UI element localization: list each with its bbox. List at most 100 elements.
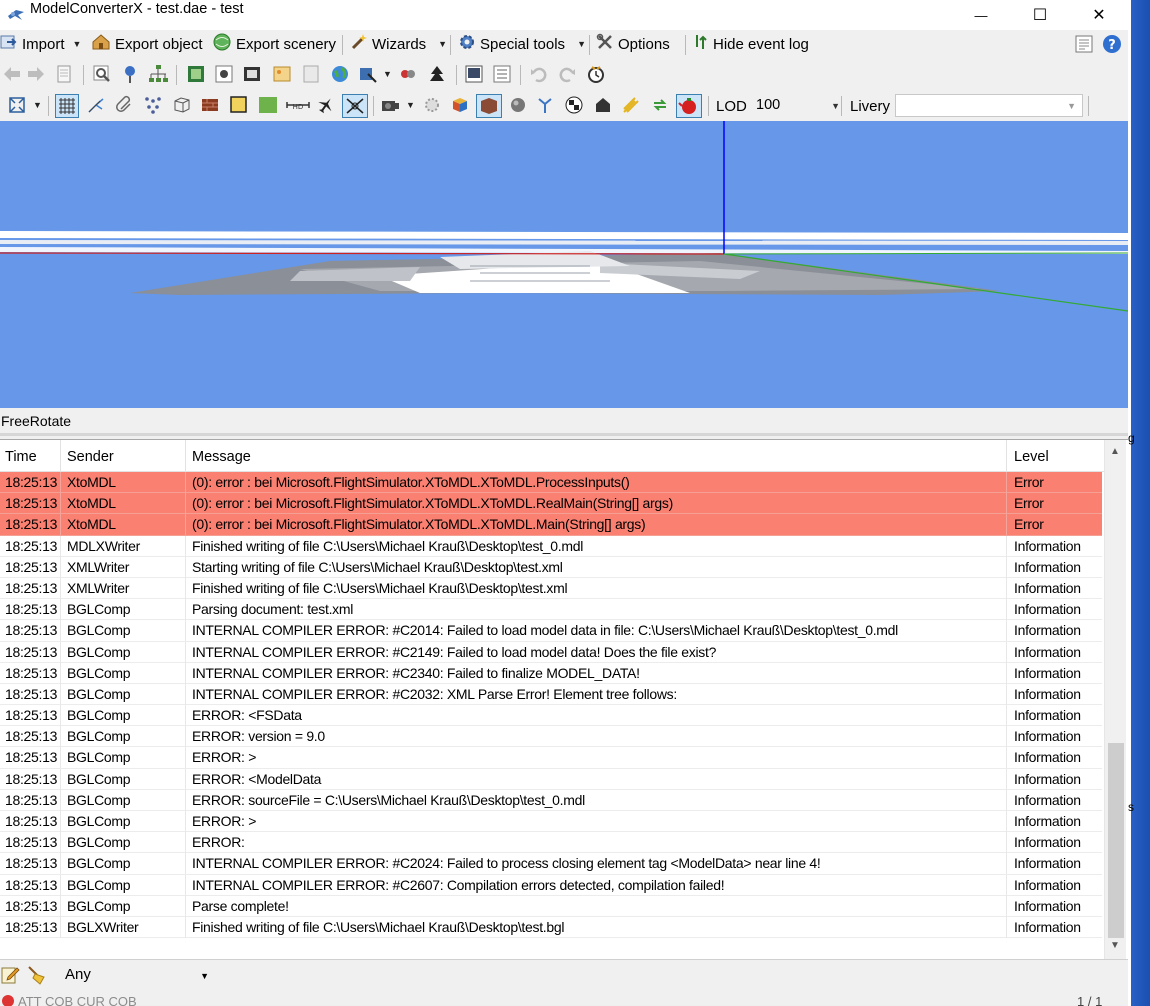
table-row[interactable]: 18:25:13 BGLComp INTERNAL COMPILER ERROR: … bbox=[0, 641, 1102, 663]
table-row[interactable]: 18:25:13 BGLComp ERROR: sourceFile = C:\Us… bbox=[0, 789, 1102, 811]
bones-toggle-button[interactable] bbox=[342, 94, 368, 118]
page-button[interactable] bbox=[54, 64, 74, 84]
preview-button[interactable] bbox=[464, 64, 484, 84]
image-button[interactable] bbox=[272, 64, 292, 84]
points-button[interactable] bbox=[143, 95, 163, 115]
teapot-toggle-button[interactable] bbox=[676, 94, 702, 118]
pin-button[interactable] bbox=[120, 64, 140, 84]
import-dropdown-icon[interactable]: ▼ bbox=[73, 39, 82, 49]
livery-select[interactable]: ▼ bbox=[895, 94, 1083, 117]
table-row[interactable]: 18:25:13 XtoMDL (0): error : bei Microsoft… bbox=[0, 493, 1102, 515]
table-row[interactable]: 18:25:13 BGLComp INTERNAL COMPILER ERROR: … bbox=[0, 662, 1102, 684]
table-row[interactable]: 18:25:13 BGLComp INTERNAL COMPILER ERROR: … bbox=[0, 853, 1102, 875]
table-row[interactable]: 18:25:13 BGLComp INTERNAL COMPILER ERROR: … bbox=[0, 874, 1102, 896]
refresh-button[interactable] bbox=[650, 95, 670, 115]
texture-button[interactable] bbox=[186, 64, 206, 84]
special-tools-dropdown-icon[interactable]: ▼ bbox=[577, 39, 586, 49]
scroll-thumb[interactable] bbox=[1108, 743, 1124, 938]
scroll-up-icon[interactable]: ▲ bbox=[1110, 446, 1120, 457]
aircraft-button[interactable] bbox=[316, 95, 336, 115]
table-row[interactable]: 18:25:13 XMLWriter Finished writing of fil… bbox=[0, 577, 1102, 600]
table-row[interactable]: 18:25:13 XtoMDL (0): error : bei Microsoft… bbox=[0, 472, 1102, 494]
wizards-dropdown-icon[interactable]: ▼ bbox=[438, 39, 447, 49]
lights-button[interactable] bbox=[621, 95, 641, 115]
camera-dropdown-icon[interactable]: ▼ bbox=[406, 100, 415, 110]
material-button[interactable] bbox=[214, 64, 234, 84]
close-button[interactable]: ✕ bbox=[1076, 0, 1122, 30]
table-row[interactable]: 18:25:13 XtoMDL (0): error : bei Microsoft… bbox=[0, 514, 1102, 536]
cell-sender: BGLComp bbox=[61, 853, 186, 875]
undo-button[interactable] bbox=[529, 64, 549, 84]
tree-button[interactable] bbox=[427, 64, 447, 84]
object-button[interactable] bbox=[301, 64, 321, 84]
fork-button[interactable] bbox=[535, 95, 555, 115]
table-row[interactable]: 18:25:13 BGLComp INTERNAL COMPILER ERROR: … bbox=[0, 683, 1102, 706]
3d-viewport[interactable] bbox=[0, 121, 1128, 408]
fit-view-button[interactable]: ▼ bbox=[7, 95, 42, 115]
lod-select[interactable]: 100 ▼ bbox=[751, 94, 847, 117]
special-tools-button[interactable]: Special tools ▼ bbox=[458, 30, 586, 58]
grid-toggle-button[interactable] bbox=[55, 94, 79, 118]
edit-log-button[interactable] bbox=[0, 965, 20, 988]
level-filter-select[interactable]: Any ▼ bbox=[59, 963, 212, 989]
maximize-button[interactable]: ☐ bbox=[1017, 0, 1063, 30]
fit-view-dropdown-icon[interactable]: ▼ bbox=[33, 100, 42, 110]
import-button[interactable]: Import ▼ bbox=[0, 30, 81, 58]
forward-button[interactable] bbox=[26, 64, 46, 84]
export-object-button[interactable]: Export object bbox=[91, 30, 203, 58]
wireframe-button[interactable] bbox=[172, 95, 192, 115]
back-button[interactable] bbox=[2, 64, 22, 84]
scroll-down-icon[interactable]: ▼ bbox=[1110, 940, 1120, 951]
hide-event-log-button[interactable]: Hide event log bbox=[693, 30, 809, 58]
placement-dropdown-icon[interactable]: ▼ bbox=[383, 69, 392, 79]
table-row[interactable]: 18:25:13 BGLComp ERROR: version = 9.0 Infor… bbox=[0, 726, 1102, 748]
table-row[interactable]: 18:25:13 MDLXWriter Finished writing of fi… bbox=[0, 535, 1102, 557]
clear-log-button[interactable] bbox=[26, 965, 48, 988]
placement-button[interactable]: ▼ bbox=[358, 64, 392, 84]
table-row[interactable]: 18:25:13 BGLComp ERROR: <FSData Information bbox=[0, 705, 1102, 727]
shadow-button[interactable] bbox=[593, 95, 613, 115]
redo-button[interactable] bbox=[557, 64, 577, 84]
table-row[interactable]: 18:25:13 XMLWriter Starting writing of fil… bbox=[0, 556, 1102, 578]
measure-button[interactable]: HD bbox=[286, 95, 310, 115]
attach-button[interactable] bbox=[115, 95, 135, 115]
animation-button[interactable] bbox=[242, 64, 262, 84]
column-header-time[interactable]: Time bbox=[0, 440, 61, 472]
minimize-button[interactable]: — bbox=[958, 0, 1004, 30]
history-button[interactable] bbox=[586, 64, 606, 84]
globe-icon bbox=[330, 66, 350, 87]
textured-button[interactable] bbox=[200, 95, 220, 115]
log-vertical-scrollbar[interactable]: ▲ ▼ bbox=[1104, 440, 1126, 960]
table-row[interactable]: 18:25:13 BGLComp ERROR: <ModelData Informat… bbox=[0, 768, 1102, 790]
document-view-button[interactable] bbox=[1074, 34, 1094, 54]
sphere-button[interactable] bbox=[508, 95, 528, 115]
document-icon bbox=[1074, 35, 1094, 57]
wizards-button[interactable]: Wizards ▼ bbox=[350, 30, 447, 58]
help-button[interactable]: ? bbox=[1102, 34, 1122, 54]
texture-toggle-button[interactable] bbox=[476, 94, 502, 118]
camera-button[interactable]: ▼ bbox=[380, 95, 415, 115]
properties-button[interactable] bbox=[492, 64, 512, 84]
table-row[interactable]: 18:25:13 BGLComp Parse complete! Informatio… bbox=[0, 895, 1102, 917]
table-row[interactable]: 18:25:13 BGLComp ERROR: Information bbox=[0, 832, 1102, 854]
zoom-button[interactable] bbox=[92, 64, 112, 84]
box-button[interactable] bbox=[450, 95, 470, 115]
solid-button[interactable] bbox=[229, 95, 249, 115]
sun-button[interactable] bbox=[422, 95, 442, 115]
table-row[interactable]: 18:25:13 BGLComp ERROR: > Information bbox=[0, 747, 1102, 769]
column-header-level[interactable]: Level bbox=[1007, 440, 1104, 472]
table-row[interactable]: 18:25:13 BGLXWriter Finished writing of fi… bbox=[0, 916, 1102, 939]
table-row[interactable]: 18:25:13 BGLComp INTERNAL COMPILER ERROR: … bbox=[0, 620, 1102, 642]
ground-button[interactable] bbox=[258, 95, 278, 115]
table-row[interactable]: 18:25:13 BGLComp ERROR: > Information bbox=[0, 811, 1102, 833]
table-row[interactable]: 18:25:13 BGLComp Parsing document: test.xm… bbox=[0, 599, 1102, 621]
globe-button[interactable] bbox=[330, 64, 350, 84]
hierarchy-button[interactable] bbox=[148, 64, 168, 84]
checker-button[interactable] bbox=[564, 95, 584, 115]
normals-button[interactable] bbox=[86, 95, 106, 115]
column-header-message[interactable]: Message bbox=[186, 440, 1007, 472]
export-scenery-button[interactable]: Export scenery bbox=[212, 30, 336, 58]
column-header-sender[interactable]: Sender bbox=[61, 440, 186, 472]
mark-button[interactable] bbox=[398, 64, 418, 84]
options-button[interactable]: Options bbox=[596, 30, 670, 58]
